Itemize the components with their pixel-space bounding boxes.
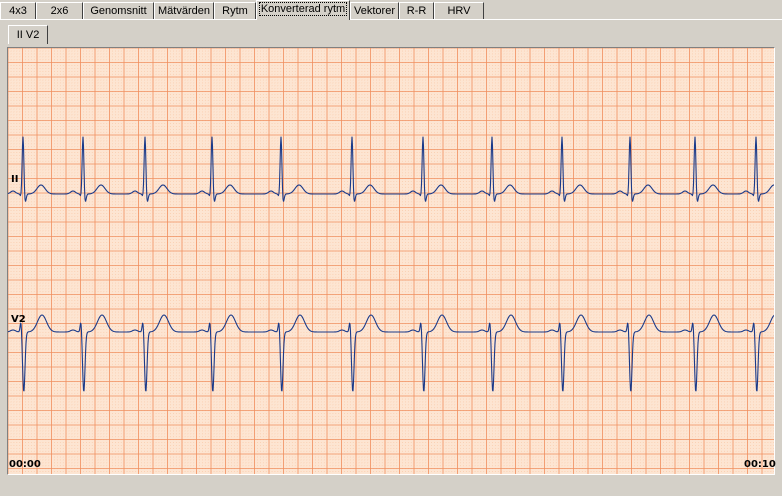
tab-hrv[interactable]: HRV xyxy=(434,2,484,19)
tab-lead-group[interactable]: II V2 xyxy=(8,25,48,44)
lead-label-v2: V2 xyxy=(11,314,26,325)
time-end-label: 00:10 xyxy=(744,459,776,470)
time-start-label: 00:00 xyxy=(9,459,41,470)
tab-konverterad-rytm[interactable]: Konverterad rytm xyxy=(256,0,350,20)
tab-matvarden[interactable]: Mätvärden xyxy=(154,2,214,19)
tab-2x6[interactable]: 2x6 xyxy=(36,2,83,19)
ecg-strip xyxy=(8,48,774,474)
tab-rytm[interactable]: Rytm xyxy=(214,2,256,19)
tab-vektorer[interactable]: Vektorer xyxy=(350,2,399,19)
view-tab-bar: 4x3 2x6 Genomsnitt Mätvärden Rytm Konver… xyxy=(0,0,782,20)
tab-r-r[interactable]: R-R xyxy=(399,2,434,19)
tab-genomsnitt[interactable]: Genomsnitt xyxy=(83,2,154,19)
lead-label-ii: II xyxy=(11,174,19,185)
tab-4x3[interactable]: 4x3 xyxy=(0,2,36,19)
